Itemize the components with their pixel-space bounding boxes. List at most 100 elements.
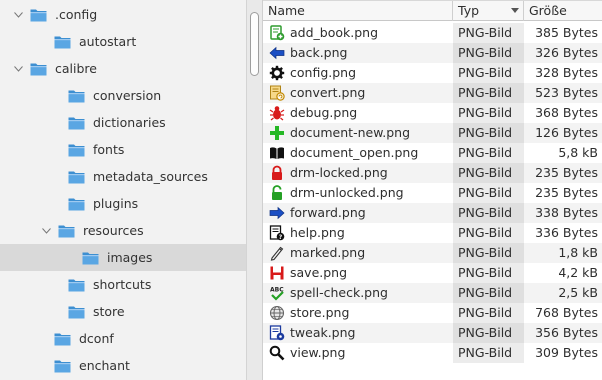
file-name: config.png xyxy=(290,65,357,80)
tree-item-dconf[interactable]: dconf xyxy=(0,325,246,352)
file-name: back.png xyxy=(290,45,348,60)
tree-item-store[interactable]: store xyxy=(0,298,246,325)
save-icon xyxy=(270,266,284,280)
back-arrow-icon xyxy=(269,46,285,60)
file-row[interactable]: view.png PNG-Bild 309 Bytes xyxy=(263,343,602,363)
tree-item-label: plugins xyxy=(93,196,139,211)
tree-item-label: metadata_sources xyxy=(93,169,208,184)
file-type: PNG-Bild xyxy=(458,125,513,140)
tree-item-label: resources xyxy=(83,223,144,238)
folder-icon xyxy=(68,90,85,102)
tree-item-resources[interactable]: resources xyxy=(0,217,246,244)
file-type: PNG-Bild xyxy=(458,65,513,80)
tree-scrollbar-thumb[interactable] xyxy=(250,12,259,76)
tree-item-autostart[interactable]: autostart xyxy=(0,28,246,55)
pencil-icon xyxy=(270,246,284,261)
folder-icon xyxy=(58,225,75,237)
file-type: PNG-Bild xyxy=(458,245,513,260)
file-name: save.png xyxy=(290,265,348,280)
tree-item-metadata-sources[interactable]: metadata_sources xyxy=(0,163,246,190)
expander-expanded-icon[interactable] xyxy=(12,9,24,21)
file-row[interactable]: debug.png PNG-Bild 368 Bytes xyxy=(263,103,602,123)
tree-item-label: dictionaries xyxy=(93,115,166,130)
file-type: PNG-Bild xyxy=(458,285,513,300)
tree-item-label: shortcuts xyxy=(93,277,152,292)
folder-tree: .config autostart calibre conversion diction… xyxy=(0,0,246,380)
tree-item-plugins[interactable]: plugins xyxy=(0,190,246,217)
file-row[interactable]: ? help.png PNG-Bild 336 Bytes xyxy=(263,223,602,243)
folder-icon xyxy=(30,63,47,75)
tree-item-calibre[interactable]: calibre xyxy=(0,55,246,82)
tree-item-label: dconf xyxy=(79,331,114,346)
column-header-type[interactable]: Typ xyxy=(453,1,524,21)
file-row[interactable]: back.png PNG-Bild 326 Bytes xyxy=(263,43,602,63)
tweak-icon xyxy=(269,325,285,341)
file-row[interactable]: convert.png PNG-Bild 523 Bytes xyxy=(263,83,602,103)
file-name: add_book.png xyxy=(290,25,379,40)
file-size: 4,2 kB xyxy=(558,265,598,280)
file-name: view.png xyxy=(290,345,346,360)
file-row[interactable]: save.png PNG-Bild 4,2 kB xyxy=(263,263,602,283)
file-row[interactable]: drm-locked.png PNG-Bild 235 Bytes xyxy=(263,163,602,183)
tree-item-dictionaries[interactable]: dictionaries xyxy=(0,109,246,136)
file-type: PNG-Bild xyxy=(458,45,513,60)
column-header-name[interactable]: Name xyxy=(263,1,453,21)
file-name: convert.png xyxy=(290,85,366,100)
tree-item-conversion[interactable]: conversion xyxy=(0,82,246,109)
file-size: 328 Bytes xyxy=(535,65,598,80)
forward-arrow-icon xyxy=(269,206,285,220)
tree-item-config[interactable]: .config xyxy=(0,1,246,28)
folder-icon xyxy=(82,252,99,264)
file-size: 235 Bytes xyxy=(535,185,598,200)
tree-item-enchant[interactable]: enchant xyxy=(0,352,246,379)
file-name: debug.png xyxy=(290,105,358,120)
expander-expanded-icon[interactable] xyxy=(12,63,24,75)
tree-item-label: store xyxy=(93,304,125,319)
tree-item-images[interactable]: images xyxy=(0,244,246,271)
file-row[interactable]: drm-unlocked.png PNG-Bild 235 Bytes xyxy=(263,183,602,203)
file-row[interactable]: add_book.png PNG-Bild 385 Bytes xyxy=(263,23,602,43)
file-row[interactable]: config.png PNG-Bild 328 Bytes xyxy=(263,63,602,83)
folder-icon xyxy=(68,144,85,156)
globe-icon xyxy=(269,305,285,321)
file-row[interactable]: document_open.png PNG-Bild 5,8 kB xyxy=(263,143,602,163)
spell-check-icon: ABC xyxy=(270,287,284,301)
file-row[interactable]: ABC spell-check.png PNG-Bild 2,5 kB xyxy=(263,283,602,303)
file-row[interactable]: tweak.png PNG-Bild 356 Bytes xyxy=(263,323,602,343)
expander-expanded-icon[interactable] xyxy=(40,225,52,237)
file-type: PNG-Bild xyxy=(458,165,513,180)
file-type: PNG-Bild xyxy=(458,105,513,120)
file-size: 5,8 kB xyxy=(558,145,598,160)
tree-item-label: images xyxy=(107,250,153,265)
file-size: 126 Bytes xyxy=(535,125,598,140)
tree-scrollbar[interactable] xyxy=(246,0,263,380)
file-name: forward.png xyxy=(290,205,366,220)
tree-item-fonts[interactable]: fonts xyxy=(0,136,246,163)
file-row[interactable]: marked.png PNG-Bild 1,8 kB xyxy=(263,243,602,263)
file-type: PNG-Bild xyxy=(458,85,513,100)
column-header-size[interactable]: Größe xyxy=(524,1,602,21)
file-name: spell-check.png xyxy=(290,285,388,300)
file-size: 326 Bytes xyxy=(535,45,598,60)
file-type: PNG-Bild xyxy=(458,265,513,280)
file-name: document-new.png xyxy=(290,125,411,140)
file-type: PNG-Bild xyxy=(458,185,513,200)
file-row[interactable]: store.png PNG-Bild 768 Bytes xyxy=(263,303,602,323)
file-size: 336 Bytes xyxy=(535,225,598,240)
file-row[interactable]: forward.png PNG-Bild 338 Bytes xyxy=(263,203,602,223)
tree-item-label: .config xyxy=(55,7,98,22)
tree-item-shortcuts[interactable]: shortcuts xyxy=(0,271,246,298)
plus-icon xyxy=(270,126,284,140)
folder-icon xyxy=(68,279,85,291)
file-type: PNG-Bild xyxy=(458,225,513,240)
file-row[interactable]: document-new.png PNG-Bild 126 Bytes xyxy=(263,123,602,143)
file-type: PNG-Bild xyxy=(458,25,513,40)
